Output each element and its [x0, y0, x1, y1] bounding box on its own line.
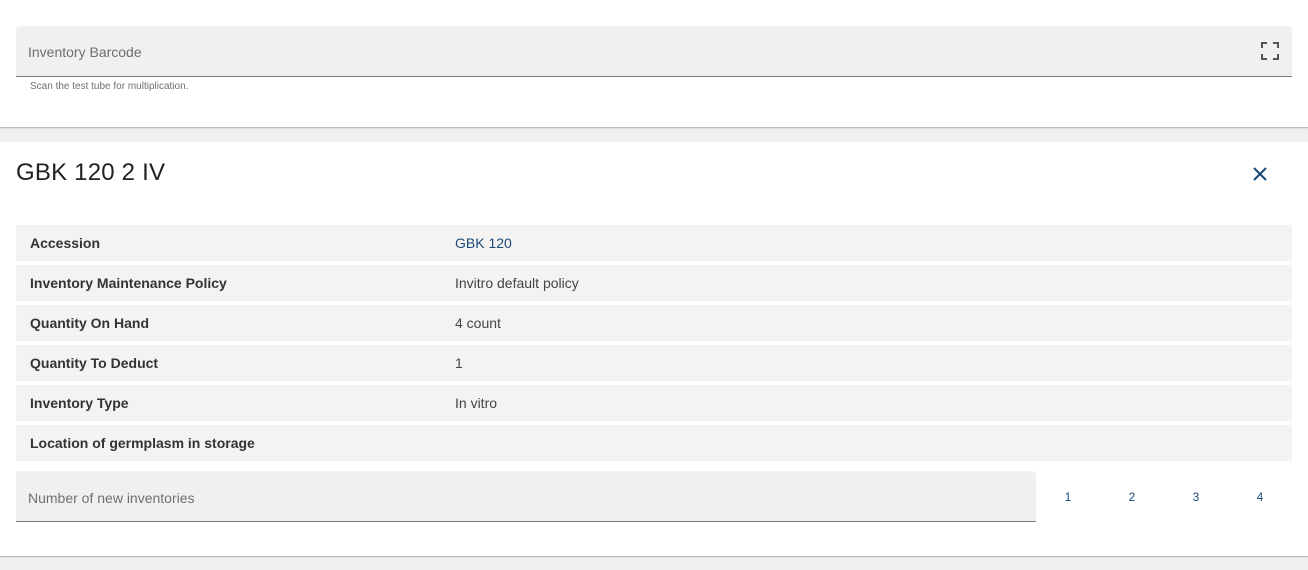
row-label: Location of germplasm in storage [30, 435, 255, 451]
detail-row-quantity-to-deduct: Quantity To Deduct 1 [16, 345, 1292, 381]
accession-link[interactable]: GBK 120 [455, 235, 512, 251]
inventory-barcode-input[interactable]: Inventory Barcode [16, 26, 1292, 77]
inventory-detail-card: GBK 120 2 IV Accession GBK 120 Inventory… [0, 142, 1308, 557]
row-label: Accession [30, 235, 101, 251]
row-label: Quantity On Hand [30, 315, 149, 331]
detail-row-inventory-type: Inventory Type In vitro [16, 385, 1292, 421]
fullscreen-scan-icon[interactable] [1261, 42, 1279, 60]
row-value: Invitro default policy [455, 275, 579, 291]
count-option-3-button[interactable]: 3 [1181, 487, 1211, 507]
row-value: In vitro [455, 395, 498, 411]
row-label: Quantity To Deduct [30, 355, 159, 371]
count-option-4-button[interactable]: 4 [1245, 487, 1275, 507]
inventory-barcode-placeholder: Inventory Barcode [28, 44, 142, 60]
barcode-card: Inventory Barcode Scan the test tube for… [0, 0, 1308, 128]
barcode-hint: Scan the test tube for multiplication. [30, 81, 189, 92]
new-inventories-count-input[interactable]: Number of new inventories [16, 471, 1036, 522]
row-label: Inventory Maintenance Policy [30, 275, 227, 291]
detail-table: Accession GBK 120 Inventory Maintenance … [16, 225, 1292, 465]
count-option-2-button[interactable]: 2 [1117, 487, 1147, 507]
detail-row-accession: Accession GBK 120 [16, 225, 1292, 261]
detail-row-quantity-on-hand: Quantity On Hand 4 count [16, 305, 1292, 341]
inventory-title: GBK 120 2 IV [16, 159, 166, 186]
row-value: 1 [455, 355, 463, 371]
new-inventories-placeholder: Number of new inventories [28, 490, 195, 506]
detail-row-storage-location: Location of germplasm in storage [16, 425, 1292, 461]
close-icon[interactable] [1250, 164, 1270, 184]
row-label: Inventory Type [30, 395, 129, 411]
detail-row-maintenance-policy: Inventory Maintenance Policy Invitro def… [16, 265, 1292, 301]
row-value: 4 count [455, 315, 501, 331]
count-option-1-button[interactable]: 1 [1053, 487, 1083, 507]
